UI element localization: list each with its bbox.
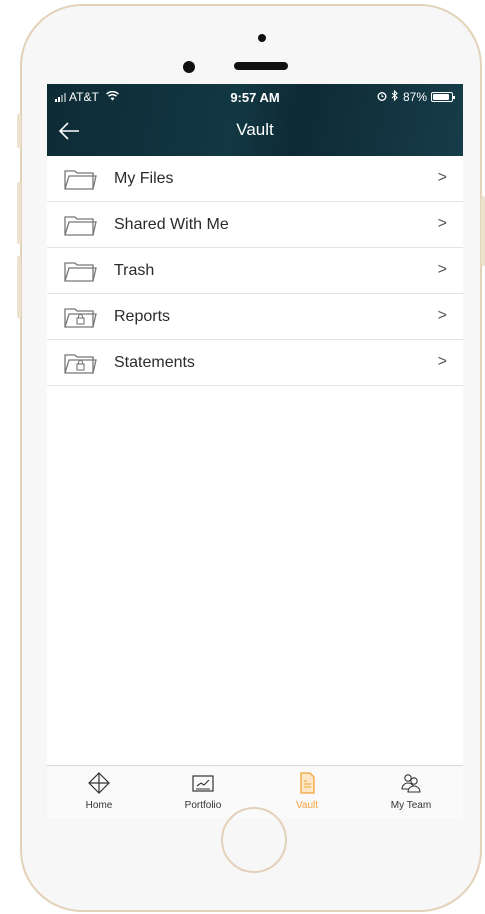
item-label: Reports [114, 308, 171, 325]
folder-icon [64, 262, 97, 282]
folder-icon [64, 170, 97, 190]
document-icon [300, 772, 315, 794]
item-label: Statements [114, 354, 195, 371]
tab-label: My Team [390, 800, 432, 811]
battery-percent: 87% [402, 90, 427, 104]
nav-bar: Vault [47, 110, 463, 156]
app-header: AT&T 9:57 AM 87% Vault [47, 84, 463, 156]
locked-folder-icon [64, 308, 97, 328]
list-item-my-files[interactable]: My Files > [47, 156, 463, 202]
diamond-arrows-icon [88, 772, 110, 794]
sensor-dot [258, 34, 266, 42]
chevron-right-icon: > [437, 353, 447, 370]
tab-home[interactable]: Home [47, 766, 151, 818]
list-item-reports[interactable]: Reports > [47, 294, 463, 340]
battery-icon [431, 92, 455, 102]
phone-frame: AT&T 9:57 AM 87% Vault My Files > Shared… [17, 4, 485, 912]
locked-folder-icon [64, 354, 97, 374]
tab-my-team[interactable]: My Team [359, 766, 463, 818]
front-camera [183, 61, 195, 73]
chevron-right-icon: > [437, 215, 447, 232]
list-item-statements[interactable]: Statements > [47, 340, 463, 386]
tab-label: Home [85, 800, 113, 811]
bluetooth-icon [391, 89, 399, 104]
alarm-icon [377, 90, 387, 104]
status-bar: AT&T 9:57 AM 87% [47, 84, 463, 110]
vault-folder-list: My Files > Shared With Me > Trash > Repo… [47, 156, 463, 386]
mute-switch [17, 114, 21, 148]
team-icon [401, 774, 421, 793]
tab-vault[interactable]: Vault [255, 766, 359, 818]
chevron-right-icon: > [437, 261, 447, 278]
tab-label: Vault [295, 800, 319, 811]
folder-icon [64, 216, 97, 236]
home-button[interactable] [221, 807, 287, 873]
item-label: Shared With Me [114, 216, 229, 233]
volume-down-button [17, 256, 21, 318]
volume-up-button [17, 182, 21, 244]
status-icons: 87% [377, 89, 455, 104]
chevron-right-icon: > [437, 169, 447, 186]
app-screen: AT&T 9:57 AM 87% Vault My Files > Shared… [47, 84, 463, 818]
list-item-shared-with-me[interactable]: Shared With Me > [47, 202, 463, 248]
chevron-right-icon: > [437, 307, 447, 324]
item-label: Trash [114, 262, 155, 279]
earpiece-speaker [234, 62, 288, 70]
list-item-trash[interactable]: Trash > [47, 248, 463, 294]
power-button [481, 196, 485, 266]
item-label: My Files [114, 170, 174, 187]
chart-icon [192, 775, 214, 792]
page-title: Vault [236, 120, 274, 139]
